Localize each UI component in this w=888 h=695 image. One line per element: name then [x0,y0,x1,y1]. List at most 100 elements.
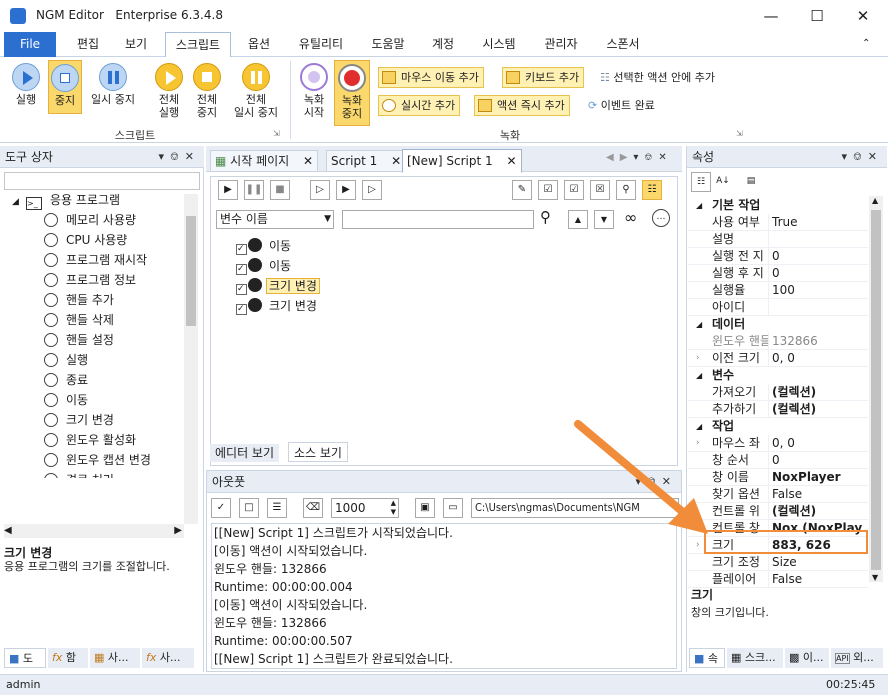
collapse-icon[interactable]: ◢ [696,316,702,333]
minimize-button[interactable]: — [748,0,794,32]
record-group-launcher-icon[interactable]: ⇲ [736,129,743,138]
toolbox-item[interactable]: 핸들 추가 [44,290,114,310]
panel-pin-close-icons[interactable]: ▾⎊✕ [841,146,883,168]
folder-icon[interactable]: ▭ [443,498,463,518]
toolbox-item[interactable]: 이동 [44,390,88,410]
toolbox-item[interactable]: 프로그램 재시작 [44,250,147,270]
toolbox-item[interactable]: 경로 처리 [44,470,114,478]
variable-search-input[interactable] [342,210,534,229]
expand-icon[interactable]: › [696,350,700,367]
run-button[interactable]: 실행 [8,63,44,106]
menu-admin[interactable]: 관리자 [534,32,588,57]
script-line[interactable]: ✓ 이동 [236,238,294,255]
step-into-button[interactable]: ▶ [336,180,356,200]
property-row[interactable]: 플레이어 False [688,571,868,588]
action-instant-add-button[interactable]: 액션 즉시 추가 [474,95,570,116]
categorized-icon[interactable]: ☷ [691,172,711,192]
tab-script-1[interactable]: Script 1 ✕ [326,150,407,172]
property-row[interactable]: 크기 조정 Size [688,554,868,571]
scroll-thumb[interactable] [871,210,881,570]
loop-icon[interactable]: ∞ [624,208,637,227]
run-all-button[interactable]: 전체 실행 [150,63,188,119]
collapse-icon[interactable]: ◢ [696,197,702,214]
scroll-thumb[interactable] [186,216,196,326]
mouse-move-add-button[interactable]: 마우스 이동 추가 [378,67,484,88]
move-up-button[interactable]: ▲ [568,210,588,229]
property-row[interactable]: 아이디 [688,299,868,316]
realtime-add-button[interactable]: 실시간 추가 [378,95,461,116]
checkbox[interactable]: ✓ [236,244,247,255]
api-tab[interactable]: API 외... [831,648,883,668]
toolbox-scrollbar[interactable] [184,194,198,524]
script-line[interactable]: ✓ 크기 변경 [236,278,320,295]
checkbox[interactable]: ✓ [236,304,247,315]
toolbox-item[interactable]: 종료 [44,370,88,390]
line-count-stepper[interactable]: 1000 ▲ ▼ [331,498,399,518]
property-row[interactable]: 실행 전 지0 [688,248,868,265]
menu-edit[interactable]: 편집 [64,32,112,57]
step-over-button[interactable]: ▷ [362,180,382,200]
play-button[interactable]: ▶ [218,180,238,200]
menu-help[interactable]: 도움말 [362,32,414,57]
property-pages-icon[interactable]: ▤ [741,172,761,192]
properties-tab[interactable]: ■ 속 [689,648,725,668]
sort-az-icon[interactable]: A↓ [713,172,733,192]
move-down-button[interactable]: ▼ [594,210,614,229]
user-function-tab[interactable]: fx 사... [142,648,194,668]
tab-close-icon[interactable]: ✕ [506,154,516,168]
toolbox-hscrollbar[interactable]: ◀ ▶ [4,524,184,538]
variable-combo[interactable]: 변수 이름 ▼ [216,210,334,229]
menu-sponsor[interactable]: 스폰서 [596,32,650,57]
pause-all-button[interactable]: 전체 일시 중지 [226,63,286,119]
record-stop-button[interactable]: 녹화 중지 [334,60,370,126]
collapse-icon[interactable]: ◢ [696,367,702,384]
save-icon[interactable]: ▣ [415,498,435,518]
step-button[interactable]: ▷ [310,180,330,200]
tab-close-icon[interactable]: ✕ [391,154,401,168]
tab-nav-icons[interactable]: ◀▶▾⎊✕ [606,152,673,163]
toolbox-item[interactable]: 실행 [44,350,88,370]
clear-icon[interactable]: ✓ [211,498,231,518]
toolbox-item[interactable]: 프로그램 정보 [44,270,136,290]
toolbox-item[interactable]: 윈도우 활성화 [44,430,136,450]
checkbox[interactable]: ✓ [236,264,247,275]
menu-system[interactable]: 시스템 [472,32,526,57]
tab-start-page[interactable]: ▦ 시작 페이지 ✕ [210,150,319,172]
pause-button[interactable]: 일시 중지 [86,63,140,106]
stop-all-button[interactable]: 전체 중지 [188,63,226,119]
menu-script[interactable]: 스크립트 [165,32,231,57]
property-row[interactable]: 실행율 100 [688,282,868,299]
check-icon[interactable]: ☑ [538,180,558,200]
menu-file[interactable]: File [4,32,56,57]
tab-new-script-1[interactable]: [New] Script 1 ✕ [402,149,522,173]
script-line[interactable]: ✓ 크기 변경 [236,298,320,315]
tree-view-icon[interactable]: ☷ [642,180,662,200]
menu-view[interactable]: 보기 [112,32,160,57]
checkbox[interactable]: ✓ [236,284,247,295]
delete-icon[interactable]: ☒ [590,180,610,200]
toolbox-item[interactable]: 핸들 설정 [44,330,114,350]
event-done-button[interactable]: ⟳ 이벤트 완료 [588,97,655,113]
check-all-icon[interactable]: ☑ [564,180,584,200]
toolbox-tab[interactable]: ■ 도 [4,648,46,668]
menu-account[interactable]: 계정 [422,32,464,57]
stop-button[interactable]: 중지 [48,60,82,114]
script-tab[interactable]: ▦ 스크... [727,648,783,668]
edit-icon[interactable]: ✎ [512,180,532,200]
function-tab[interactable]: fx 함 [48,648,88,668]
close-button[interactable]: ✕ [840,0,886,32]
view-tab-source[interactable]: 소스 보기 [288,442,348,462]
user-tab[interactable]: ▦ 사... [90,648,140,668]
list-icon[interactable]: ☰ [267,498,287,518]
script-line[interactable]: ✓ 이동 [236,258,294,275]
toolbox-item[interactable]: 핸들 삭제 [44,310,114,330]
eraser-icon[interactable]: ⌫ [303,498,323,518]
menu-utility[interactable]: 유틸리티 [290,32,352,57]
property-row[interactable]: 사용 여부 True [688,214,868,231]
keyboard-add-button[interactable]: 키보드 추가 [502,67,585,88]
property-row[interactable]: 실행 후 지0 [688,265,868,282]
menu-options[interactable]: 옵션 [236,32,282,57]
image-tab[interactable]: ▩ 이... [785,648,829,668]
search-icon[interactable]: ⚲ [540,208,551,226]
properties-scrollbar[interactable]: ▲ ▼ [869,196,883,582]
